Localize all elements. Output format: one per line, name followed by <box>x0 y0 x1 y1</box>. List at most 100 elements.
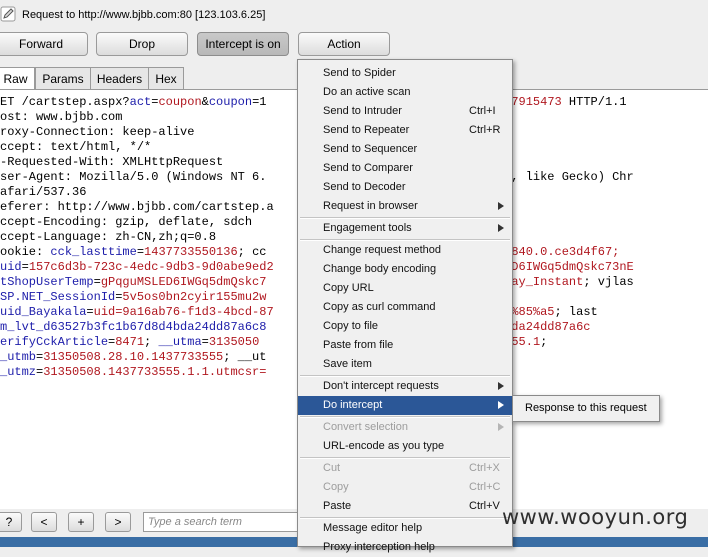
menu-item-label: Message editor help <box>323 522 423 534</box>
menu-item-paste-from-file[interactable]: Paste from file <box>298 336 512 355</box>
tab-hex[interactable]: Hex <box>148 67 184 89</box>
next-match-button[interactable]: > <box>105 512 131 532</box>
request-token: -Requested-With: XMLHttpRequest <box>0 155 224 169</box>
menu-item-shortcut: Ctrl+R <box>469 124 501 136</box>
request-token: ost: www.bjbb.com <box>0 110 123 124</box>
menu-item-send-to-repeater[interactable]: Send to Repeater Ctrl+R <box>298 121 512 140</box>
request-token: act <box>129 95 152 109</box>
response-to-this-request-item[interactable]: Response to this request <box>525 402 647 414</box>
menu-item-send-to-intruder[interactable]: Send to Intruder Ctrl+I <box>298 102 512 121</box>
menu-item-message-editor-help[interactable]: Message editor help <box>298 519 512 538</box>
menu-item-shortcut: Ctrl+I <box>469 105 496 117</box>
pencil-icon <box>0 6 16 22</box>
menu-item-label: Save item <box>323 358 372 370</box>
request-token: afari/537.36 <box>0 185 87 199</box>
request-token: = <box>201 335 209 349</box>
menu-item-label: Don't intercept requests <box>323 380 439 392</box>
menu-item-do-intercept[interactable]: Do intercept <box>298 396 512 415</box>
menu-item-engagement-tools[interactable]: Engagement tools <box>298 219 512 238</box>
request-line: ccept-Language: zh-CN,zh;q=0.8 <box>0 230 216 245</box>
request-token: = <box>93 275 101 289</box>
request-token: m_lvt_d63527b3fc1b67d8d4bda24dd87a6c8 <box>0 320 267 334</box>
request-token: erifyCckArticle <box>0 335 109 349</box>
submenu-arrow-icon <box>498 382 504 390</box>
menu-item-send-to-spider[interactable]: Send to Spider <box>298 64 512 83</box>
request-token: coupon <box>208 95 253 109</box>
submenu-arrow-icon <box>498 423 504 431</box>
request-token: ; __ut <box>223 350 267 364</box>
menu-item-shortcut: Ctrl+X <box>469 462 500 474</box>
request-line: _utmb=31350508.28.10.1437733555; __ut <box>0 350 266 365</box>
menu-item-copy-to-file[interactable]: Copy to file <box>298 317 512 336</box>
request-line: eferer: http://www.bjbb.com/cartstep.a <box>0 200 274 215</box>
submenu-arrow-icon <box>498 224 504 232</box>
request-token: 8471 <box>115 335 145 349</box>
menu-item-do-an-active-scan[interactable]: Do an active scan <box>298 83 512 102</box>
menu-item-copy-as-curl-command[interactable]: Copy as curl command <box>298 298 512 317</box>
help-button[interactable]: ? <box>0 512 22 532</box>
request-token: ccept-Encoding: gzip, deflate, sdch <box>0 215 253 229</box>
menu-item-send-to-decoder[interactable]: Send to Decoder <box>298 178 512 197</box>
request-token: = <box>136 245 145 259</box>
request-token: 157c6d3b-723c-4edc-9db3-9d0abe9ed2 <box>28 260 274 274</box>
search-input[interactable]: Type a search term <box>143 512 299 532</box>
action-context-menu: Send to Spider Do an active scan Send to I… <box>297 59 513 553</box>
request-token: gPqguMSLED6IWGq5dmQskc7 <box>100 275 267 289</box>
request-line: afari/537.36 <box>0 185 86 200</box>
menu-item-change-request-method[interactable]: Change request method <box>298 241 512 260</box>
request-token: ser-Agent: Mozilla/5.0 (Windows NT 6. <box>0 170 267 184</box>
menu-item-send-to-comparer[interactable]: Send to Comparer <box>298 159 512 178</box>
request-token: 1437733550136 <box>144 245 238 259</box>
drop-button[interactable]: Drop <box>96 32 188 56</box>
request-token: ccept-Language: zh-CN,zh;q=0.8 <box>0 230 217 244</box>
menu-item-label: Copy to file <box>323 320 379 332</box>
request-token: 3135050 <box>208 335 260 349</box>
intercept-toggle-button[interactable]: Intercept is on <box>197 32 289 56</box>
tab-raw[interactable]: Raw <box>0 67 35 90</box>
menu-item-label: Change body encoding <box>323 263 437 275</box>
add-search-button[interactable]: + <box>68 512 94 532</box>
request-token: __utma <box>158 335 202 349</box>
request-token: cck_lasttime <box>50 245 137 259</box>
menu-item-label: Copy <box>323 481 349 493</box>
menu-item-label: Proxy interception help <box>323 541 435 553</box>
previous-match-button[interactable]: < <box>31 512 57 532</box>
menu-item-convert-selection: Convert selection <box>298 418 512 437</box>
menu-item-shortcut: Ctrl+C <box>469 481 501 493</box>
menu-item-copy-url[interactable]: Copy URL <box>298 279 512 298</box>
menu-item-send-to-sequencer[interactable]: Send to Sequencer <box>298 140 512 159</box>
request-line: ost: www.bjbb.com <box>0 110 122 125</box>
menu-item-label: Copy as curl command <box>323 301 436 313</box>
menu-item-proxy-interception-help[interactable]: Proxy interception help <box>298 538 512 557</box>
request-token: ccept: text/html, */* <box>0 140 152 154</box>
request-token: SP.NET_SessionId <box>0 290 116 304</box>
request-token: ; vjlas <box>583 275 634 289</box>
request-token: ; cc <box>237 245 267 259</box>
request-token: eferer: http://www.bjbb.com/cartstep.a <box>0 200 274 214</box>
tab-params[interactable]: Params <box>35 67 91 89</box>
menu-item-change-body-encoding[interactable]: Change body encoding <box>298 260 512 279</box>
request-line: ccept: text/html, */* <box>0 140 151 155</box>
menu-item-url-encode-as-you-type[interactable]: URL-encode as you type <box>298 437 512 456</box>
request-line: SP.NET_SessionId=5v5os0bn2cyir155mu2w <box>0 290 266 305</box>
menu-item-label: Send to Comparer <box>323 162 413 174</box>
menu-item-save-item[interactable]: Save item <box>298 355 512 374</box>
forward-button[interactable]: Forward <box>0 32 88 56</box>
menu-item-paste[interactable]: Paste Ctrl+V <box>298 497 512 516</box>
menu-item-don-t-intercept-requests[interactable]: Don't intercept requests <box>298 377 512 396</box>
action-button[interactable]: Action <box>298 32 390 56</box>
request-token: _utmb <box>0 350 37 364</box>
menu-item-label: Paste <box>323 500 352 512</box>
request-token: ; <box>540 335 548 349</box>
submenu-arrow-icon <box>498 401 504 409</box>
request-line: -Requested-With: XMLHttpRequest <box>0 155 223 170</box>
request-token: =1 <box>252 95 267 109</box>
tab-headers[interactable]: Headers <box>90 67 149 89</box>
menu-item-shortcut: Ctrl+V <box>469 500 500 512</box>
menu-item-request-in-browser[interactable]: Request in browser <box>298 197 512 216</box>
request-token: coupon <box>158 95 202 109</box>
request-token: & <box>201 95 209 109</box>
menu-item-cut: Cut Ctrl+X <box>298 459 512 478</box>
do-intercept-submenu[interactable]: Response to this request <box>512 395 660 422</box>
submenu-arrow-icon <box>498 202 504 210</box>
